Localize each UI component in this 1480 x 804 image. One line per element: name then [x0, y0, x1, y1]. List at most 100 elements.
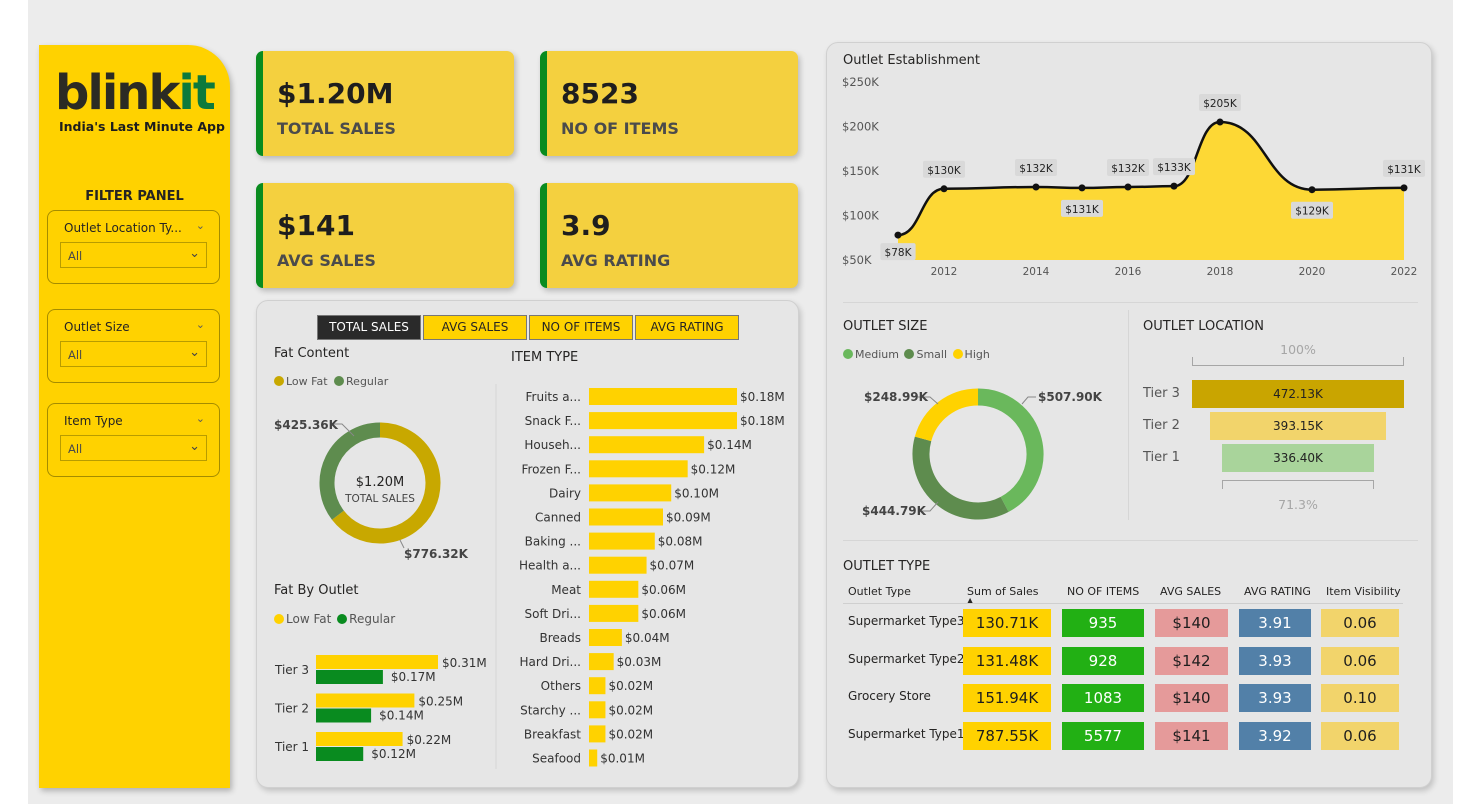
fat-by-outlet-title: Fat By Outlet — [274, 583, 359, 598]
donut-slice-small — [912, 436, 1009, 520]
item-type-category-label: Breads — [539, 631, 581, 645]
fat-outlet-value-label: $0.12M — [371, 747, 416, 761]
item-type-value-label: $0.02M — [608, 703, 653, 717]
item-type-bar — [589, 436, 705, 454]
funnel-top-pct: 100% — [1280, 342, 1316, 357]
leader-line — [1021, 396, 1036, 405]
data-point — [1216, 118, 1224, 126]
table-cell: 3.93 — [1239, 646, 1311, 675]
donut-label-regular: $425.36K — [274, 418, 339, 432]
funnel-bar[interactable]: 336.40K — [1222, 444, 1374, 472]
data-point — [1308, 186, 1316, 194]
item-type-bar — [589, 629, 622, 646]
table-row-label: Supermarket Type1 — [848, 726, 965, 741]
item-type-value-label: $0.08M — [658, 535, 703, 549]
legend-swatch-regular — [337, 614, 348, 624]
kpi-value: 3.9 — [561, 209, 611, 242]
tab-no-of-items[interactable]: NO OF ITEMS — [529, 315, 633, 340]
fat-outlet-bar-low-fat — [316, 693, 415, 708]
data-label: $131K — [1387, 164, 1422, 176]
legend-swatch-small — [904, 349, 915, 359]
fat-outlet-value-label: $0.14M — [379, 709, 424, 723]
kpi-total-sales: $1.20M TOTAL SALES — [256, 51, 514, 156]
donut-center-label: TOTAL SALES — [344, 493, 415, 505]
y-tick-label: $150K — [842, 164, 879, 178]
legend-label: Small — [916, 348, 948, 361]
funnel-bar[interactable]: 393.15K — [1209, 412, 1387, 440]
chevron-down-icon[interactable]: ⌄ — [196, 318, 205, 331]
outlet-size-legend: Medium Small High — [843, 348, 990, 361]
table-header[interactable]: Sum of Sales — [967, 585, 1039, 598]
data-label: $205K — [1203, 98, 1238, 110]
tab-avg-sales[interactable]: AVG SALES — [423, 315, 527, 340]
table-cell: 3.92 — [1239, 721, 1311, 750]
tab-avg-rating[interactable]: AVG RATING — [635, 315, 739, 340]
item-type-category-label: Canned — [535, 511, 581, 525]
fat-outlet-bar-regular — [316, 670, 383, 684]
table-cell: $140 — [1155, 609, 1228, 637]
data-label: $131K — [1065, 204, 1100, 216]
data-label: $133K — [1157, 162, 1192, 174]
dropdown-arrow-icon: ⌄ — [189, 345, 200, 360]
table-header[interactable]: Item Visibility — [1326, 585, 1401, 598]
kpi-label: AVG RATING — [561, 251, 671, 270]
data-label: $129K — [1295, 206, 1330, 218]
kpi-value: $141 — [277, 209, 355, 242]
chevron-down-icon[interactable]: ⌄ — [196, 412, 205, 425]
outlet-location-title: OUTLET LOCATION — [1143, 319, 1264, 334]
item-type-category-label: Others — [541, 679, 581, 693]
fat-outlet-bar-regular — [316, 747, 364, 761]
fat-content-title: Fat Content — [274, 346, 350, 361]
funnel-tier-label: Tier 2 — [1143, 418, 1180, 433]
kpi-value: 8523 — [561, 77, 639, 110]
logo-accent: it — [178, 65, 215, 121]
logo-main: blink — [55, 65, 180, 121]
donut-label-high: $248.99K — [864, 390, 929, 404]
item-type-bar — [589, 701, 606, 719]
tab-total-sales[interactable]: TOTAL SALES — [317, 315, 421, 340]
dropdown-arrow-icon: ⌄ — [189, 246, 200, 261]
outlet-location-dropdown[interactable]: All ⌄ — [60, 242, 207, 268]
outlet-size-title: OUTLET SIZE — [843, 319, 928, 334]
item-type-dropdown[interactable]: All ⌄ — [60, 435, 207, 461]
table-header[interactable]: NO OF ITEMS — [1067, 585, 1139, 598]
item-type-bar — [589, 677, 606, 695]
table-header[interactable]: AVG SALES — [1160, 585, 1221, 598]
slicer-label: Outlet Location Ty... — [64, 221, 182, 235]
y-tick-label: $100K — [842, 209, 879, 223]
funnel-tier-label: Tier 3 — [1143, 386, 1180, 401]
table-cell: $142 — [1155, 646, 1228, 675]
item-type-value-label: $0.14M — [707, 438, 752, 452]
kpi-avg-sales: $141 AVG SALES — [256, 183, 514, 288]
donut-center-value: $1.20M — [356, 475, 404, 490]
legend-label: Medium — [855, 348, 899, 361]
chevron-down-icon[interactable]: ⌄ — [196, 219, 205, 232]
fat-outlet-category-label: Tier 3 — [274, 663, 309, 677]
legend-label: Regular — [349, 612, 396, 626]
fat-outlet-value-label: $0.17M — [391, 670, 436, 684]
x-tick-label: 2012 — [931, 266, 958, 278]
slicer-value: All — [68, 249, 83, 263]
outlet-size-dropdown[interactable]: All ⌄ — [60, 341, 207, 367]
item-type-category-label: Househ... — [524, 438, 581, 452]
dropdown-arrow-icon: ⌄ — [189, 439, 200, 454]
x-tick-label: 2014 — [1023, 266, 1050, 278]
divider — [843, 302, 1418, 303]
data-point — [1124, 183, 1132, 191]
donut-slice-high — [914, 388, 979, 442]
table-header[interactable]: AVG RATING — [1244, 585, 1311, 598]
y-tick-label: $250K — [842, 75, 879, 89]
item-type-value-label: $0.02M — [608, 727, 653, 741]
legend-swatch-low-fat — [274, 614, 284, 624]
funnel-bottom-bracket — [1222, 480, 1374, 489]
item-type-bar — [589, 653, 614, 671]
item-type-category-label: Dairy — [549, 486, 581, 500]
table-header[interactable]: Outlet Type — [848, 585, 911, 598]
brand-tagline: India's Last Minute App — [59, 119, 225, 134]
legend-label: Low Fat — [286, 612, 332, 626]
funnel-bar[interactable]: 472.13K — [1192, 380, 1404, 408]
item-type-bar — [589, 484, 672, 502]
fat-outlet-value-label: $0.25M — [418, 695, 463, 709]
item-type-bar — [589, 532, 655, 550]
data-point — [1078, 184, 1086, 192]
